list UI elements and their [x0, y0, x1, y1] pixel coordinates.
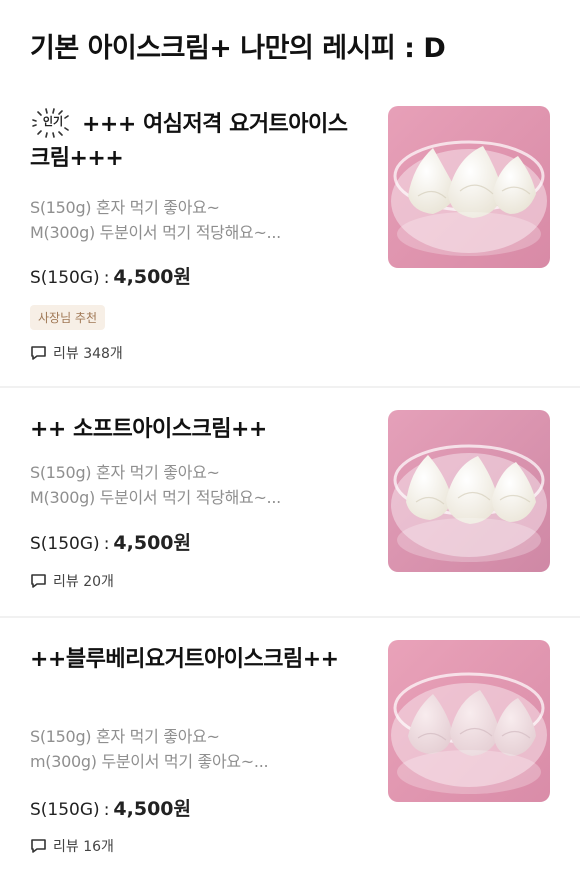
popular-badge: 인기 — [30, 108, 76, 138]
item-thumbnail — [388, 640, 550, 802]
review-count-text: 리뷰 348개 — [53, 346, 123, 362]
price-size: S(150G) — [30, 534, 100, 554]
price-colon: : — [103, 268, 110, 288]
description-line: M(300g) 두분이서 먹기 적당해요~... — [30, 488, 281, 507]
review-count-text: 리뷰 20개 — [53, 574, 114, 590]
item-thumbnail — [388, 106, 550, 268]
item-thumbnail — [388, 410, 550, 572]
price-size: S(150G) — [30, 268, 100, 288]
item-title: ++블루베리요거트아이스크림++ — [30, 643, 365, 677]
owner-recommend-badge: 사장님 추천 — [30, 305, 106, 330]
item-price: S(150G):4,500원 — [30, 262, 191, 289]
price-colon: : — [103, 800, 110, 820]
menu-item[interactable]: ++블루베리요거트아이스크림++ S(150g) 혼자 먹기 좋아요~ m(30… — [0, 618, 580, 878]
description-line: S(150g) 혼자 먹기 좋아요~ — [30, 463, 220, 482]
review-count: 리뷰 20개 — [30, 571, 114, 591]
item-title-text: ++블루베리요거트아이스크림++ — [30, 647, 339, 672]
speech-bubble-icon — [31, 574, 46, 588]
item-title: 인기 +++ 여심저격 요거트아이스크림+++ — [30, 108, 365, 176]
price-size: S(150G) — [30, 800, 100, 820]
ice-cream-photo — [388, 106, 550, 268]
price-colon: : — [103, 534, 110, 554]
speech-bubble-icon — [31, 346, 46, 360]
description-line: M(300g) 두분이서 먹기 적당해요~... — [30, 223, 281, 242]
review-count: 리뷰 16개 — [30, 836, 114, 856]
item-description: S(150g) 혼자 먹기 좋아요~ m(300g) 두분이서 먹기 좋아요~.… — [30, 724, 365, 774]
description-line: S(150g) 혼자 먹기 좋아요~ — [30, 198, 220, 217]
description-line: m(300g) 두분이서 먹기 좋아요~... — [30, 752, 269, 771]
price-value: 4,500원 — [113, 798, 192, 820]
item-title: ++ 소프트아이스크림++ — [30, 413, 365, 447]
menu-item[interactable]: ++ 소프트아이스크림++ S(150g) 혼자 먹기 좋아요~ M(300g)… — [0, 388, 580, 616]
item-description: S(150g) 혼자 먹기 좋아요~ M(300g) 두분이서 먹기 적당해요~… — [30, 195, 365, 245]
item-title-text: ++ 소프트아이스크림++ — [30, 417, 267, 442]
item-price: S(150G):4,500원 — [30, 794, 191, 821]
price-value: 4,500원 — [113, 532, 192, 554]
item-title-text: +++ 여심저격 요거트아이스크림+++ — [30, 112, 348, 171]
speech-bubble-icon — [31, 839, 46, 853]
menu-item[interactable]: 인기 +++ 여심저격 요거트아이스크림+++ S(150g) 혼자 먹기 좋아… — [0, 0, 580, 386]
review-count: 리뷰 348개 — [30, 343, 123, 363]
popular-badge-label: 인기 — [42, 115, 64, 128]
price-value: 4,500원 — [113, 266, 192, 288]
ice-cream-photo — [388, 640, 550, 802]
ice-cream-photo — [388, 410, 550, 572]
item-price: S(150G):4,500원 — [30, 528, 191, 555]
description-line: S(150g) 혼자 먹기 좋아요~ — [30, 727, 220, 746]
item-description: S(150g) 혼자 먹기 좋아요~ M(300g) 두분이서 먹기 적당해요~… — [30, 460, 365, 510]
review-count-text: 리뷰 16개 — [53, 839, 114, 855]
